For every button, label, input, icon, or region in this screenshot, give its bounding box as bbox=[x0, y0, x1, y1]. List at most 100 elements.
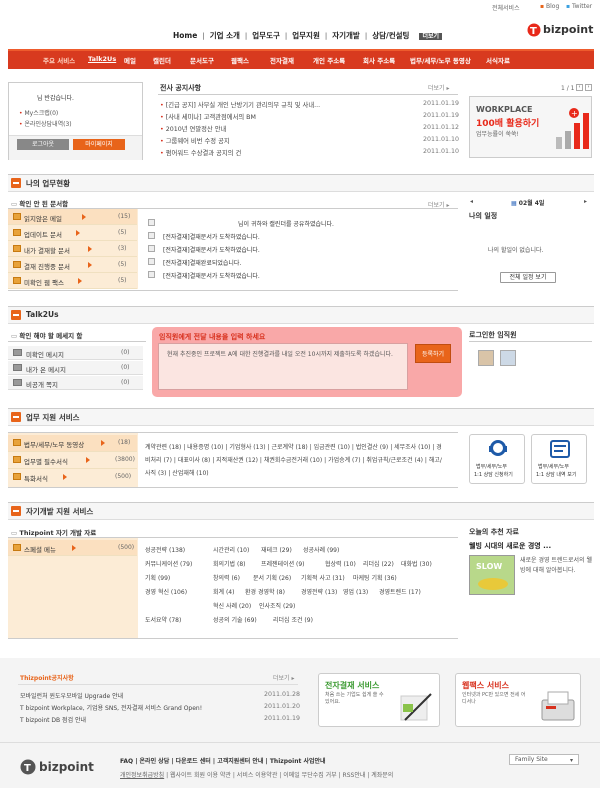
support-link[interactable]: 기업형사 (13) bbox=[229, 444, 265, 451]
dev-row-special[interactable]: 스페셜 메뉴 (500) bbox=[8, 540, 137, 556]
dev-link[interactable]: 재테크 (29) bbox=[261, 545, 292, 554]
banner-next-button[interactable]: › bbox=[585, 84, 592, 91]
nav-more-button[interactable]: 더보기 bbox=[419, 33, 442, 40]
footer-notice-more[interactable]: 더보기 ▸ bbox=[273, 673, 294, 682]
all-schedule-button[interactable]: 전체 일정 보기 bbox=[500, 272, 556, 283]
dev-link[interactable]: 회계 (4) bbox=[213, 587, 234, 596]
dev-link[interactable]: 경영 혁신 (106) bbox=[145, 587, 187, 596]
family-site-select[interactable]: Family Site ▾ bbox=[509, 754, 579, 765]
dev-link[interactable]: 대화법 (30) bbox=[401, 559, 432, 568]
talk-row-received[interactable]: 내가 온 메시지 (0) bbox=[8, 361, 143, 375]
notice-item[interactable]: • 2010년 연말정산 안내 bbox=[160, 124, 226, 133]
footer-link-account[interactable]: 계좌문의 bbox=[371, 772, 393, 779]
mypage-button[interactable]: 마이페이지 bbox=[73, 139, 125, 150]
talk-row-private[interactable]: 비공개 쪽지 (0) bbox=[8, 376, 143, 390]
support-link[interactable]: 가업승계 (7) bbox=[328, 457, 361, 464]
notice-item[interactable]: • 그룹웨어 비번 수정 공지 bbox=[160, 136, 230, 145]
support-link[interactable]: 내용증명 (10) bbox=[187, 444, 223, 451]
compose-textarea[interactable]: 현재 추진중인 프로젝트 A에 대한 진행결과를 내일 오전 10시까지 제출하… bbox=[158, 343, 408, 390]
menu-company-address[interactable]: 회사 주소록 bbox=[363, 55, 395, 65]
dev-link[interactable]: 기획적 사고 (31) bbox=[301, 573, 345, 582]
dev-link[interactable]: 성공사례 (99) bbox=[303, 545, 339, 554]
dev-link[interactable]: 리더십 조건 (9) bbox=[273, 615, 313, 624]
work-msg[interactable]: 님이 귀하와 캘린더를 공유하였습니다. bbox=[238, 219, 334, 228]
menu-forms[interactable]: 서식자료 bbox=[486, 55, 510, 65]
link-scrap[interactable]: • My스크랩(0) bbox=[19, 108, 58, 117]
work-msg[interactable]: [전자결재]결재문서가 도착하였습니다. bbox=[163, 245, 260, 254]
logo[interactable]: T bizpoint bbox=[527, 22, 593, 40]
work-msg[interactable]: [전자결재]결재문서가 도착하였습니다. bbox=[163, 232, 260, 241]
work-msg[interactable]: [전자결재]결재완료되었습니다. bbox=[163, 258, 241, 267]
banner-prev-button[interactable]: ‹ bbox=[576, 84, 583, 91]
support-link[interactable]: 계약관련 (18) bbox=[145, 444, 181, 451]
promo-webfax[interactable]: 웹팩스 서비스 인터넷과 PC만 있으면 전세 어디서나 bbox=[455, 673, 581, 727]
promo-approval[interactable]: 전자결재 서비스 처음 쓰는 기업도 쉽게 쓸 수 있어요. bbox=[318, 673, 440, 727]
menu-personal-address[interactable]: 개인 주소록 bbox=[313, 55, 345, 65]
dev-link[interactable]: 경영전략 (13) bbox=[301, 587, 337, 596]
footer-notice-item[interactable]: 모바일런처 윈도우모바일 Upgrade 안내 bbox=[20, 691, 123, 700]
footer-link-terms[interactable]: 서비스 이용약관 bbox=[237, 772, 278, 779]
dev-link[interactable]: 기획 (99) bbox=[145, 573, 170, 582]
util-twitter[interactable]: ▪ Twitter bbox=[566, 3, 592, 10]
send-button[interactable]: 등록하기 bbox=[415, 344, 451, 363]
dev-link[interactable]: 도서요약 (78) bbox=[145, 615, 181, 624]
consult-request-button[interactable]: 법무/세무/노무 1:1 상담 신청하기 bbox=[469, 434, 525, 484]
menu-talk2us[interactable]: Talk2Us bbox=[88, 55, 116, 63]
recommend-headline[interactable]: 웰빙 시대의 새로운 경영 ... bbox=[469, 541, 551, 551]
footer-link-support[interactable]: 고객지원센터 안내 bbox=[217, 758, 263, 765]
dev-link[interactable]: 프레젠테이션 (9) bbox=[261, 559, 305, 568]
footer-link-consult[interactable]: 온라인 상담 bbox=[140, 758, 170, 765]
collapse-icon[interactable] bbox=[11, 412, 21, 422]
footer-link-faq[interactable]: FAQ bbox=[120, 758, 133, 765]
work-msg[interactable]: [전자결재]결재문서가 도착하였습니다. bbox=[163, 271, 260, 280]
nav-home[interactable]: Home bbox=[173, 31, 197, 40]
footer-link-download[interactable]: 다운로드 센터 bbox=[176, 758, 211, 765]
calendar-prev[interactable]: ◂ bbox=[470, 198, 473, 205]
support-row-special[interactable]: 특화서식 (500) bbox=[8, 469, 137, 486]
support-link[interactable]: 산업재해 (10) bbox=[172, 470, 208, 477]
consult-history-button[interactable]: 법무/세무/노무 1:1 상담 내역 보기 bbox=[531, 434, 587, 484]
support-link[interactable]: 대표이사 (8) bbox=[178, 457, 211, 464]
support-link[interactable]: 임금관련 (10) bbox=[314, 444, 350, 451]
util-blog[interactable]: ▪ Blog bbox=[540, 3, 559, 10]
collapse-icon[interactable] bbox=[11, 506, 21, 516]
dev-link[interactable]: 환경 경영학 (8) bbox=[245, 587, 285, 596]
dev-link[interactable]: 혁신 사례 (20) bbox=[213, 601, 251, 610]
footer-link-email[interactable]: 이메일 무단수집 거부 bbox=[283, 772, 337, 779]
support-link[interactable]: 지적재산권 (12) bbox=[216, 457, 258, 464]
work-row-mail[interactable]: 읽지않은 메일 (15) bbox=[8, 209, 137, 225]
talk-row-unread[interactable]: 미확인 메시지 (0) bbox=[8, 346, 143, 360]
menu-calendar[interactable]: 캘린더 bbox=[153, 55, 171, 65]
menu-video[interactable]: 법무/세무/노무 동영상 bbox=[410, 55, 471, 65]
expand-button[interactable] bbox=[148, 232, 155, 239]
dev-link[interactable]: 성공의 기술 (69) bbox=[213, 615, 257, 624]
collapse-icon[interactable] bbox=[11, 178, 21, 188]
logout-button[interactable]: 로그아웃 bbox=[17, 139, 69, 150]
work-row-approve[interactable]: 내가 결재할 문서 (3) bbox=[8, 241, 137, 257]
nav-consult[interactable]: 상담/컨설팅 bbox=[372, 31, 409, 40]
work-row-fax[interactable]: 미확인 웹 팩스 (5) bbox=[8, 273, 137, 289]
avatar-camera-icon[interactable] bbox=[500, 350, 516, 366]
support-link[interactable]: 취업규칙/근로조건 (4) bbox=[366, 457, 423, 464]
dev-link[interactable]: 커뮤니케이션 (79) bbox=[145, 559, 192, 568]
support-link[interactable]: 채권회수금전거래 (10) bbox=[264, 457, 322, 464]
work-row-update[interactable]: 업데이트 문서 (5) bbox=[8, 225, 137, 241]
support-row-video[interactable]: 법무/세무/노무 동영상 (18) bbox=[8, 435, 137, 452]
menu-docs[interactable]: 문서도구 bbox=[190, 55, 214, 65]
dev-link[interactable]: 리더십 (22) bbox=[363, 559, 394, 568]
dev-link[interactable]: 성공전략 (138) bbox=[145, 545, 185, 554]
footer-link-terms-web[interactable]: 웹사이트 회원 이용 약관 bbox=[170, 772, 231, 779]
notice-item[interactable]: • 펌어워드 수상결과 공지의 건 bbox=[160, 148, 241, 157]
dev-link[interactable]: 회의기법 (8) bbox=[213, 559, 246, 568]
nav-tools[interactable]: 업무도구 bbox=[252, 31, 280, 40]
footer-notice-item[interactable]: T bizpoint Workplace, 기업용 SNS, 전자결재 서비스 … bbox=[20, 703, 202, 712]
support-row-forms[interactable]: 업무별 필수서식 (3800) bbox=[8, 452, 137, 469]
expand-button[interactable] bbox=[148, 245, 155, 252]
footer-link-business[interactable]: Thizpoint 사업안내 bbox=[270, 758, 326, 765]
dev-link[interactable]: 인사조직 (29) bbox=[259, 601, 295, 610]
dev-link[interactable]: 시간관리 (10) bbox=[213, 545, 249, 554]
menu-mail[interactable]: 메일 bbox=[124, 55, 136, 65]
notice-more[interactable]: 더보기 ▸ bbox=[428, 83, 449, 92]
recommend-thumbnail[interactable]: SLOW bbox=[469, 555, 515, 595]
dev-link[interactable]: 마케팅 기획 (36) bbox=[353, 573, 397, 582]
